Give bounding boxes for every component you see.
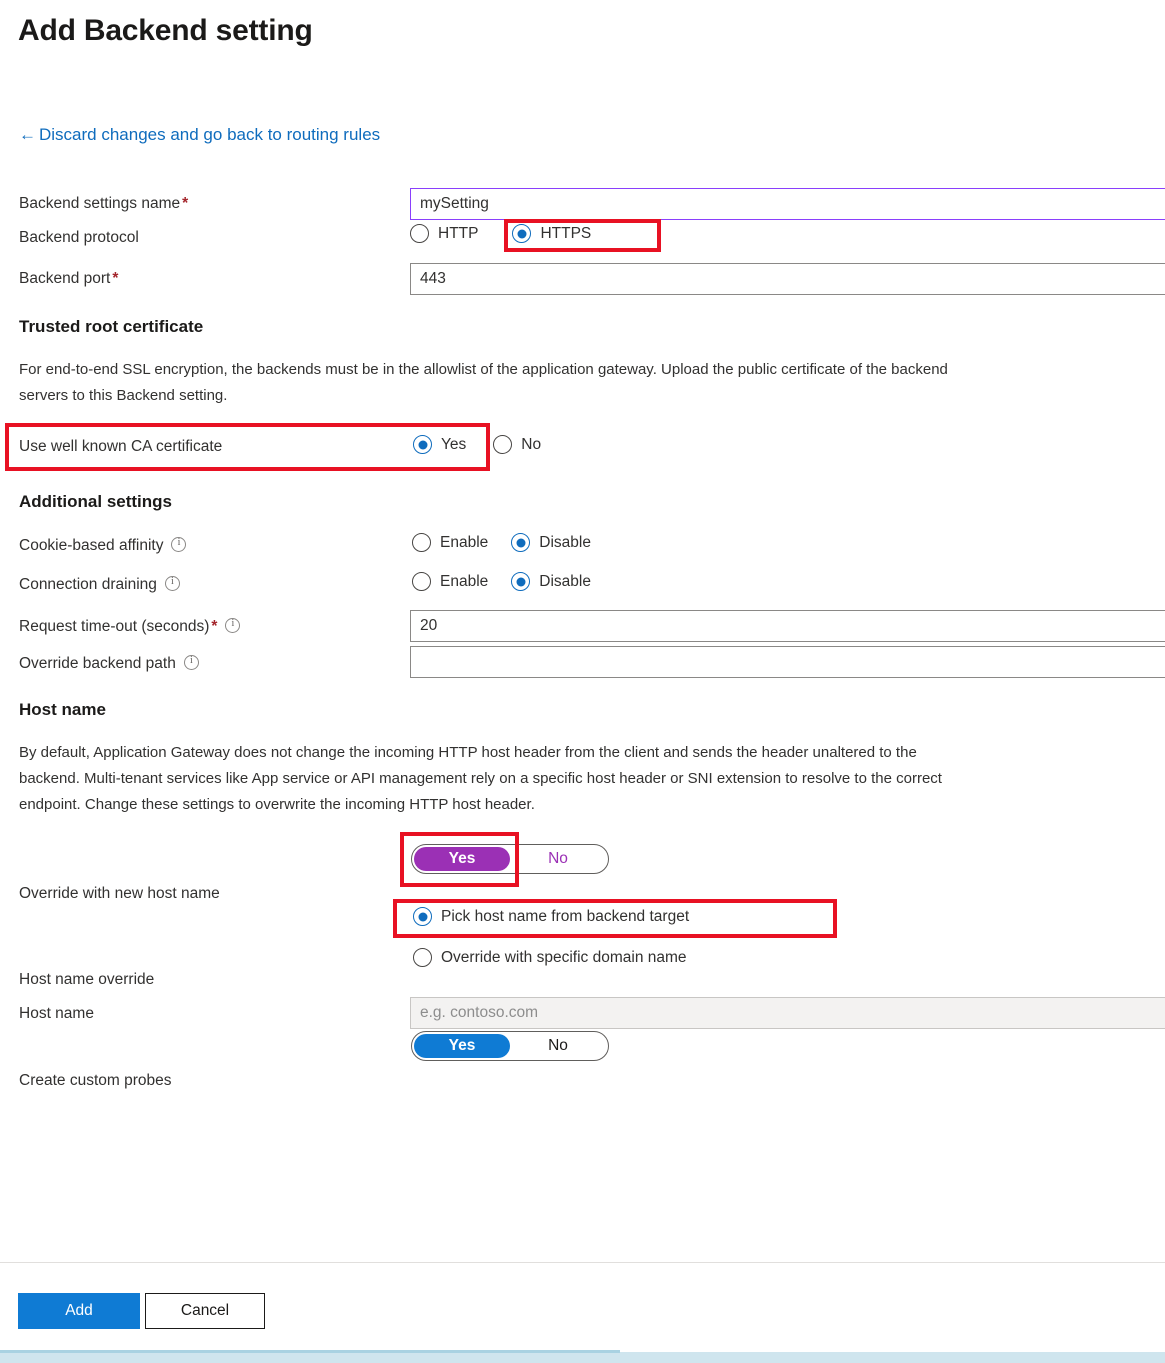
additional-settings-heading: Additional settings bbox=[19, 492, 172, 511]
backend-settings-name-label: Backend settings name * bbox=[19, 195, 189, 212]
cancel-button[interactable]: Cancel bbox=[145, 1293, 265, 1329]
radio-dot-icon bbox=[413, 948, 432, 967]
host-name-override-radio-group: Override with specific domain name bbox=[413, 948, 687, 967]
radio-backend-protocol-https[interactable]: HTTPS bbox=[512, 224, 591, 243]
radio-ca-yes[interactable]: Yes bbox=[413, 435, 466, 454]
back-link-label: Discard changes and go back to routing r… bbox=[39, 125, 381, 144]
required-asterisk: * bbox=[211, 618, 218, 635]
radio-label: Enable bbox=[440, 572, 489, 590]
add-button[interactable]: Add bbox=[18, 1293, 140, 1329]
radio-dot-icon bbox=[412, 572, 431, 591]
info-icon[interactable] bbox=[171, 537, 187, 552]
radio-backend-protocol-http[interactable]: HTTP bbox=[410, 224, 478, 243]
host-name-source-radio-group: Pick host name from backend target bbox=[413, 907, 689, 926]
radio-dot-icon bbox=[493, 435, 513, 454]
host-name-label: Host name bbox=[19, 1005, 94, 1022]
radio-label: Override with specific domain name bbox=[441, 948, 687, 966]
radio-label: Pick host name from backend target bbox=[441, 907, 690, 925]
radio-label: Disable bbox=[539, 533, 591, 551]
host-name-input[interactable]: e.g. contoso.com bbox=[410, 997, 1165, 1029]
connection-draining-label: Connection draining bbox=[19, 576, 180, 594]
backend-settings-name-input[interactable]: mySetting bbox=[410, 188, 1165, 220]
left-arrow-icon: ← bbox=[19, 125, 36, 144]
radio-dot-icon bbox=[511, 572, 531, 591]
connection-draining-radio-group: Enable Disable bbox=[412, 572, 591, 591]
host-name-description: By default, Application Gateway does not… bbox=[19, 744, 942, 813]
use-well-known-ca-label: Use well known CA certificate bbox=[19, 438, 223, 455]
override-backend-path-input[interactable] bbox=[410, 646, 1165, 678]
page-title: Add Backend setting bbox=[18, 14, 313, 47]
info-icon[interactable] bbox=[164, 576, 180, 591]
host-name-placeholder: e.g. contoso.com bbox=[420, 1004, 539, 1021]
cookie-based-affinity-label: Cookie-based affinity bbox=[19, 537, 187, 555]
override-backend-path-label: Override backend path bbox=[19, 655, 199, 673]
radio-draining-enable[interactable]: Enable bbox=[412, 572, 488, 591]
override-with-new-host-name-label: Override with new host name bbox=[19, 885, 220, 902]
info-icon[interactable] bbox=[183, 655, 199, 670]
radio-dot-icon bbox=[512, 224, 532, 243]
create-custom-probes-toggle[interactable]: Yes No bbox=[411, 1031, 609, 1061]
radio-label: Disable bbox=[539, 572, 591, 590]
cookie-based-affinity-radio-group: Enable Disable bbox=[412, 533, 591, 552]
create-custom-probes-label: Create custom probes bbox=[19, 1072, 172, 1089]
trusted-root-certificate-heading: Trusted root certificate bbox=[19, 317, 204, 336]
required-asterisk: * bbox=[112, 270, 119, 287]
radio-dot-icon bbox=[413, 435, 432, 454]
bottom-status-band bbox=[0, 1350, 1165, 1363]
info-icon[interactable] bbox=[225, 618, 241, 633]
toggle-option-yes[interactable]: Yes bbox=[414, 1034, 510, 1058]
radio-override-with-specific-domain-name[interactable]: Override with specific domain name bbox=[413, 948, 687, 967]
backend-protocol-radio-group: HTTP HTTPS bbox=[410, 224, 591, 243]
radio-dot-icon bbox=[410, 224, 429, 243]
radio-label: HTTP bbox=[438, 224, 479, 242]
discard-changes-back-link[interactable]: ← Discard changes and go back to routing … bbox=[19, 125, 380, 145]
backend-port-input[interactable]: 443 bbox=[410, 263, 1165, 295]
radio-dot-icon bbox=[511, 533, 531, 552]
trusted-root-certificate-description: For end-to-end SSL encryption, the backe… bbox=[19, 361, 948, 404]
radio-draining-disable[interactable]: Disable bbox=[511, 572, 591, 591]
backend-protocol-label: Backend protocol bbox=[19, 229, 139, 246]
radio-cookie-disable[interactable]: Disable bbox=[511, 533, 591, 552]
toggle-option-no[interactable]: No bbox=[510, 1034, 606, 1058]
toggle-option-yes[interactable]: Yes bbox=[414, 847, 510, 871]
use-well-known-ca-radio-group: Yes No bbox=[413, 435, 541, 454]
footer-divider bbox=[0, 1262, 1165, 1263]
host-name-override-label: Host name override bbox=[19, 971, 155, 988]
request-timeout-label: Request time-out (seconds) * bbox=[19, 618, 241, 636]
radio-label: Enable bbox=[440, 533, 489, 551]
radio-label: HTTPS bbox=[540, 224, 592, 242]
radio-ca-no[interactable]: No bbox=[493, 435, 541, 454]
radio-dot-icon bbox=[413, 907, 432, 926]
radio-label: Yes bbox=[441, 435, 467, 453]
radio-label: No bbox=[521, 435, 542, 453]
override-with-new-host-name-toggle[interactable]: Yes No bbox=[411, 844, 609, 874]
radio-cookie-enable[interactable]: Enable bbox=[412, 533, 488, 552]
request-timeout-input[interactable]: 20 bbox=[410, 610, 1165, 642]
backend-port-label: Backend port * bbox=[19, 270, 119, 287]
required-asterisk: * bbox=[182, 195, 189, 212]
radio-dot-icon bbox=[412, 533, 431, 552]
host-name-heading: Host name bbox=[19, 700, 106, 719]
toggle-option-no[interactable]: No bbox=[510, 847, 606, 871]
radio-pick-host-name-from-backend-target[interactable]: Pick host name from backend target bbox=[413, 907, 689, 926]
